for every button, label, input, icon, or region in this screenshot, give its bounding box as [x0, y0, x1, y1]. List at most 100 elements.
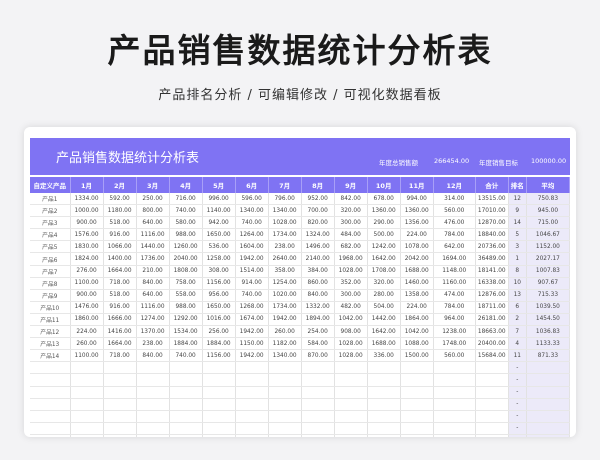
table-cell[interactable]: 1604.00: [235, 240, 269, 254]
table-cell[interactable]: 1066.00: [103, 240, 137, 254]
table-cell[interactable]: 1514.00: [235, 265, 269, 278]
table-cell[interactable]: 16338.00: [475, 277, 509, 290]
table-cell[interactable]: 842.00: [334, 193, 368, 206]
table-cell[interactable]: [268, 386, 302, 399]
table-cell[interactable]: [169, 410, 203, 423]
table-cell[interactable]: 1274.00: [136, 313, 170, 327]
table-cell[interactable]: [367, 422, 401, 435]
table-cell[interactable]: [526, 386, 571, 399]
table-cell[interactable]: 678.00: [367, 193, 401, 206]
table-cell[interactable]: 916.00: [103, 228, 137, 242]
table-cell[interactable]: [301, 422, 335, 435]
table-cell[interactable]: [202, 373, 236, 387]
table-cell[interactable]: 12: [508, 193, 527, 206]
table-cell[interactable]: [235, 373, 269, 387]
table-cell[interactable]: [136, 373, 170, 387]
table-cell[interactable]: 956.00: [202, 289, 236, 302]
table-cell[interactable]: 5: [508, 228, 527, 242]
table-cell[interactable]: 产品1: [30, 193, 71, 206]
table-cell[interactable]: 1734.00: [268, 228, 302, 242]
table-cell[interactable]: [334, 386, 368, 399]
table-cell[interactable]: 1358.00: [400, 289, 434, 302]
table-cell[interactable]: 870.00: [301, 349, 335, 363]
table-cell[interactable]: 784.00: [433, 228, 476, 242]
table-cell[interactable]: 1694.00: [433, 252, 476, 266]
table-cell[interactable]: 642.00: [433, 240, 476, 254]
table-cell[interactable]: 916.00: [103, 301, 137, 314]
table-cell[interactable]: [433, 361, 476, 375]
table-cell[interactable]: [475, 398, 509, 411]
table-cell[interactable]: 产品4: [30, 228, 71, 242]
table-cell[interactable]: 518.00: [103, 216, 137, 230]
table-cell[interactable]: [202, 434, 236, 437]
table-cell[interactable]: [367, 410, 401, 423]
table-cell[interactable]: 715.00: [526, 216, 571, 230]
column-header[interactable]: 8月: [301, 177, 335, 193]
table-cell[interactable]: [103, 434, 137, 437]
column-header[interactable]: 4月: [169, 177, 203, 193]
table-cell[interactable]: [301, 361, 335, 375]
table-cell[interactable]: 18141.00: [475, 265, 509, 278]
table-cell[interactable]: 1133.33: [526, 337, 571, 351]
table-cell[interactable]: 840.00: [136, 349, 170, 363]
column-header[interactable]: 10月: [367, 177, 401, 193]
column-header[interactable]: 3月: [136, 177, 170, 193]
table-cell[interactable]: 9: [508, 204, 527, 218]
table-cell[interactable]: 2640.00: [268, 252, 302, 266]
table-cell[interactable]: 308.00: [202, 265, 236, 278]
table-cell[interactable]: 964.00: [433, 313, 476, 327]
table-cell[interactable]: -: [508, 398, 527, 411]
table-cell[interactable]: 18840.00: [475, 228, 509, 242]
table-cell[interactable]: 12876.00: [475, 289, 509, 302]
table-cell[interactable]: [433, 410, 476, 423]
table-cell[interactable]: 860.00: [301, 277, 335, 290]
column-header[interactable]: 11月: [400, 177, 434, 193]
table-cell[interactable]: 224.00: [400, 228, 434, 242]
table-cell[interactable]: [136, 434, 170, 437]
table-cell[interactable]: [475, 386, 509, 399]
table-cell[interactable]: 1156.00: [202, 277, 236, 290]
table-cell[interactable]: [301, 434, 335, 437]
table-cell[interactable]: 942.00: [202, 216, 236, 230]
table-cell[interactable]: [169, 361, 203, 375]
table-cell[interactable]: [400, 434, 434, 437]
table-cell[interactable]: 254.00: [301, 325, 335, 339]
table-cell[interactable]: 640.00: [136, 216, 170, 230]
table-cell[interactable]: 1360.00: [400, 204, 434, 218]
table-cell[interactable]: [301, 410, 335, 423]
table-cell[interactable]: 3: [508, 240, 527, 254]
table-cell[interactable]: 482.00: [334, 301, 368, 314]
table-cell[interactable]: [70, 361, 104, 375]
table-cell[interactable]: 718.00: [103, 277, 137, 290]
table-cell[interactable]: 1476.00: [70, 301, 104, 314]
table-cell[interactable]: [70, 386, 104, 399]
table-cell[interactable]: [475, 410, 509, 423]
table-cell[interactable]: [334, 434, 368, 437]
table-cell[interactable]: [526, 410, 571, 423]
table-cell[interactable]: [400, 410, 434, 423]
table-cell[interactable]: 280.00: [367, 289, 401, 302]
table-cell[interactable]: 784.00: [433, 301, 476, 314]
table-cell[interactable]: [334, 373, 368, 387]
column-header[interactable]: 2月: [103, 177, 137, 193]
table-cell[interactable]: 1182.00: [268, 337, 302, 351]
table-cell[interactable]: 1864.00: [400, 313, 434, 327]
table-cell[interactable]: 596.00: [235, 193, 269, 206]
table-cell[interactable]: 2: [508, 313, 527, 327]
table-cell[interactable]: 20400.00: [475, 337, 509, 351]
table-cell[interactable]: [70, 398, 104, 411]
table-cell[interactable]: [70, 422, 104, 435]
table-cell[interactable]: [400, 398, 434, 411]
table-cell[interactable]: [526, 434, 571, 437]
table-cell[interactable]: 2040.00: [169, 252, 203, 266]
table-cell[interactable]: 716.00: [169, 193, 203, 206]
table-cell[interactable]: 715.33: [526, 289, 571, 302]
table-cell[interactable]: 1334.00: [70, 193, 104, 206]
table-cell[interactable]: 10: [508, 277, 527, 290]
table-cell[interactable]: 2140.00: [301, 252, 335, 266]
table-cell[interactable]: [268, 398, 302, 411]
table-cell[interactable]: 18711.00: [475, 301, 509, 314]
table-cell[interactable]: -: [508, 373, 527, 387]
table-cell[interactable]: [268, 410, 302, 423]
table-cell[interactable]: 6: [508, 301, 527, 314]
